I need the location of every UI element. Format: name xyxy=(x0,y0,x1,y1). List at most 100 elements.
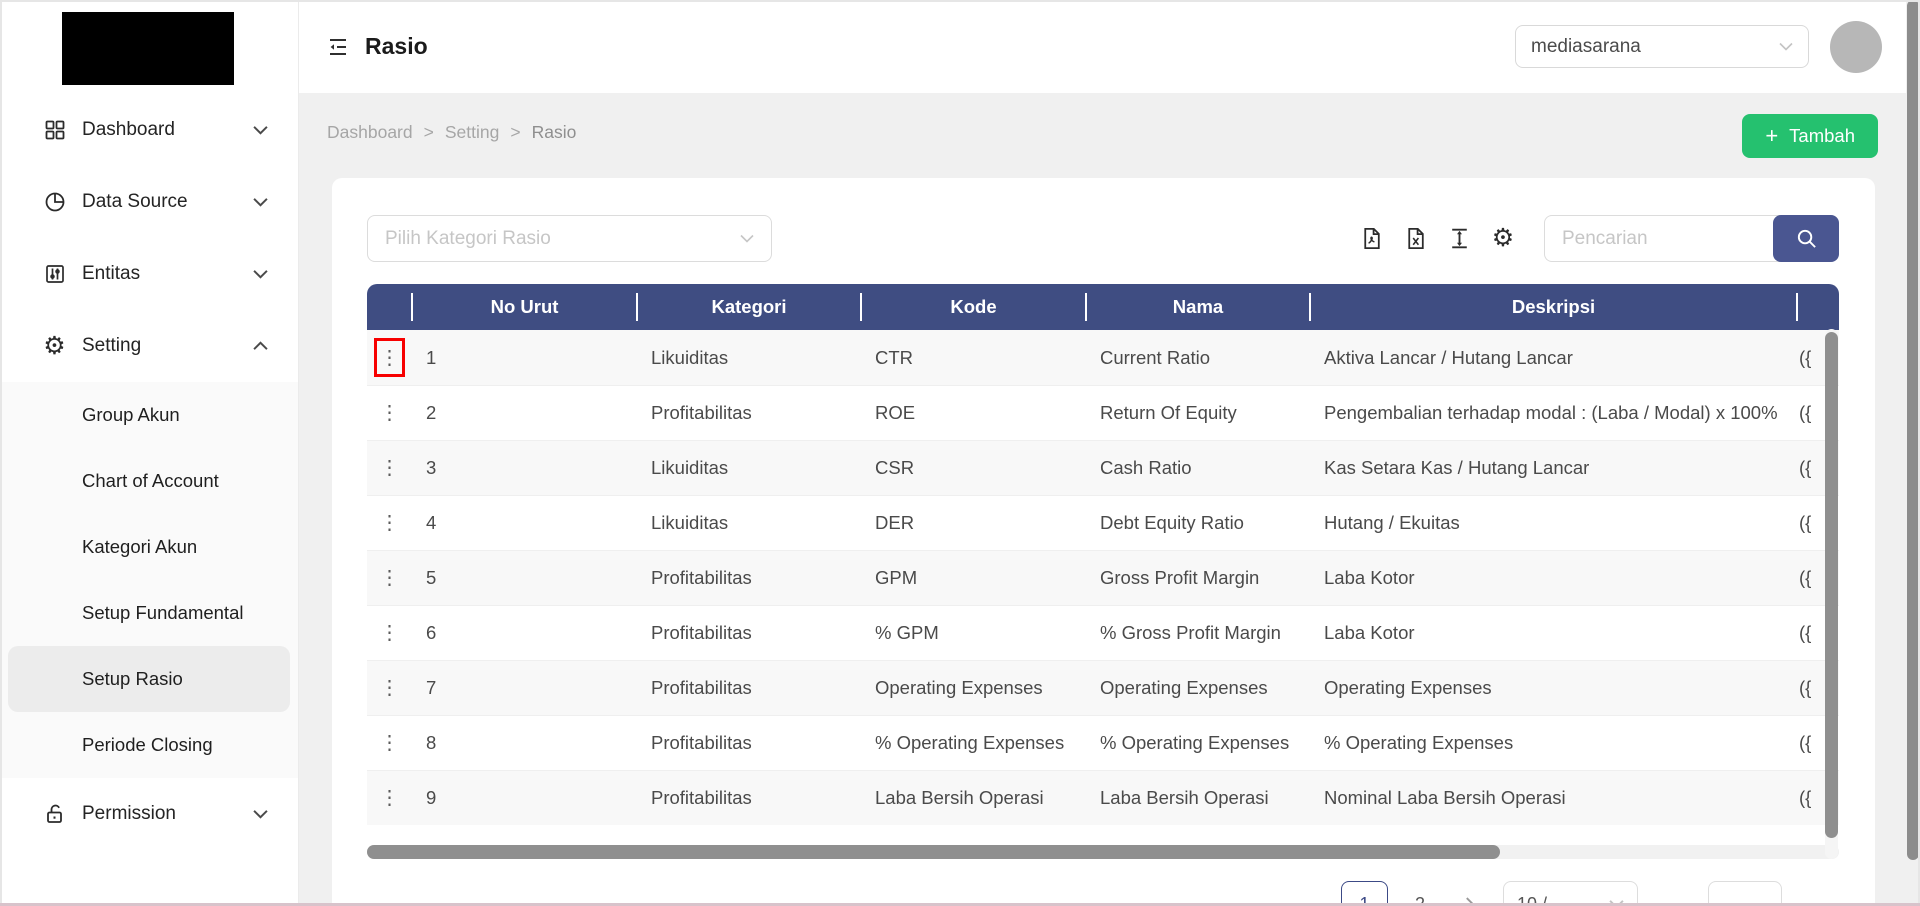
cell-deskripsi: Aktiva Lancar / Hutang Lancar xyxy=(1310,330,1797,385)
column-header-kategori: Kategori xyxy=(636,284,861,330)
sidebar-item-entitas[interactable]: Entitas xyxy=(0,238,298,310)
sidebar-subitem-label: Setup Fundamental xyxy=(82,602,244,623)
kebab-menu-icon[interactable]: ⋮ xyxy=(380,678,400,698)
sidebar-subitem-chart-of-account[interactable]: Chart of Account xyxy=(0,448,298,514)
file-excel-icon[interactable] xyxy=(1402,226,1428,252)
row-menu-cell: ⋮ xyxy=(367,715,412,770)
cell-nama: Current Ratio xyxy=(1086,330,1310,385)
file-pdf-icon[interactable] xyxy=(1358,226,1384,252)
sidebar-item-setting[interactable]: ⚙ Setting xyxy=(0,310,298,382)
column-header-kode: Kode xyxy=(860,284,1086,330)
sidebar-item-dashboard[interactable]: Dashboard xyxy=(0,94,298,166)
add-button[interactable]: + Tambah xyxy=(1742,114,1878,158)
kebab-menu-icon[interactable]: ⋮ xyxy=(380,733,400,753)
cell-nama: Cash Ratio xyxy=(1086,440,1310,495)
table-row: ⋮ 3 Likuiditas CSR Cash Ratio Kas Setara Kas … xyxy=(367,440,1839,495)
column-height-icon[interactable] xyxy=(1446,226,1472,252)
sidebar-subitem-kategori-akun[interactable]: Kategori Akun xyxy=(0,514,298,580)
cell-kategori: Likuiditas xyxy=(637,495,861,550)
unlock-icon xyxy=(42,802,67,827)
kebab-menu-icon[interactable]: ⋮ xyxy=(380,568,400,588)
cell-kode: % Operating Expenses xyxy=(861,715,1086,770)
sidebar-subitem-group-akun[interactable]: Group Akun xyxy=(0,382,298,448)
cell-kode: CSR xyxy=(861,440,1086,495)
table-toolbar: ⚙ xyxy=(1358,226,1516,252)
kebab-menu-icon[interactable]: ⋮ xyxy=(380,513,400,533)
breadcrumb-separator: > xyxy=(423,122,434,142)
table-row: ⋮ 6 Profitabilitas% GPM% Gross Profit Marg… xyxy=(367,605,1839,660)
avatar[interactable] xyxy=(1830,20,1882,73)
cell-nama: % Operating Expenses xyxy=(1086,715,1310,770)
gear-icon[interactable]: ⚙ xyxy=(1490,226,1516,252)
column-header-blank xyxy=(1796,284,1839,330)
cell-kode: GPM xyxy=(861,550,1086,605)
app-window: Dashboard Data Source Entitas ⚙ Setting Group… xyxy=(0,0,1920,906)
row-menu-cell: ⋮ xyxy=(367,440,412,495)
table-row: ⋮ 9 Profitabilitas Laba Bersih Operasi Laba … xyxy=(367,770,1839,825)
menu-fold-icon[interactable] xyxy=(326,35,350,59)
app-logo xyxy=(62,12,234,85)
horizontal-scrollbar-track[interactable] xyxy=(367,845,1839,859)
cell-kode: ROE xyxy=(861,385,1086,440)
cell-kode: CTR xyxy=(861,330,1086,385)
row-menu-cell: ⋮ xyxy=(367,330,412,385)
cell-kode: Operating Expenses xyxy=(861,660,1086,715)
cell-kategori: Profitabilitas xyxy=(637,605,861,660)
search-input[interactable] xyxy=(1544,215,1781,262)
cell-kode: % GPM xyxy=(861,605,1086,660)
sidebar-nav: Dashboard Data Source Entitas ⚙ Setting Group… xyxy=(0,94,298,850)
table-row: ⋮ 5 Profitabilitas GPM Gross Profit Margin La… xyxy=(367,550,1839,605)
column-header-blank xyxy=(367,284,412,330)
cell-deskripsi: % Operating Expenses xyxy=(1310,715,1797,770)
plus-icon: + xyxy=(1765,123,1779,148)
sidebar-subitem-label: Group Akun xyxy=(82,404,180,425)
chevron-down-icon xyxy=(1779,42,1793,51)
sidebar-item-permission[interactable]: Permission xyxy=(0,778,298,850)
kebab-menu-icon[interactable]: ⋮ xyxy=(380,623,400,643)
window-scrollbar-track[interactable] xyxy=(1906,0,1920,906)
vertical-scrollbar-thumb[interactable] xyxy=(1825,332,1838,838)
cell-no-urut: 2 xyxy=(412,385,637,440)
category-select[interactable]: Pilih Kategori Rasio xyxy=(367,215,772,262)
chevron-down-icon xyxy=(253,269,268,279)
pie-chart-icon xyxy=(42,190,67,215)
window-scrollbar-thumb[interactable] xyxy=(1907,0,1919,860)
search-icon xyxy=(1795,227,1818,250)
cell-nama: Laba Bersih Operasi xyxy=(1086,770,1310,825)
row-menu-cell: ⋮ xyxy=(367,495,412,550)
sidebar-item-data-source[interactable]: Data Source xyxy=(0,166,298,238)
cell-kategori: Profitabilitas xyxy=(637,715,861,770)
search-bar xyxy=(1544,215,1839,262)
kebab-menu-icon[interactable]: ⋮ xyxy=(380,788,400,808)
content-area: Dashboard > Setting > Rasio + Tambah Pilih K… xyxy=(299,93,1920,906)
cell-kategori: Profitabilitas xyxy=(637,770,861,825)
category-select-placeholder: Pilih Kategori Rasio xyxy=(385,227,551,249)
cell-deskripsi: Kas Setara Kas / Hutang Lancar xyxy=(1310,440,1797,495)
breadcrumb-item-setting[interactable]: Setting xyxy=(445,122,499,143)
sidebar: Dashboard Data Source Entitas ⚙ Setting Group… xyxy=(0,0,299,906)
chevron-up-icon xyxy=(253,341,268,351)
dashboard-grid-icon xyxy=(42,118,67,143)
row-menu-cell: ⋮ xyxy=(367,385,412,440)
cell-kategori: Profitabilitas xyxy=(637,385,861,440)
sidebar-subitem-setup-rasio[interactable]: Setup Rasio xyxy=(8,646,290,712)
chevron-down-icon xyxy=(253,125,268,135)
sidebar-subitem-periode-closing[interactable]: Periode Closing xyxy=(0,712,298,778)
cell-kategori: Profitabilitas xyxy=(637,660,861,715)
kebab-menu-icon[interactable]: ⋮ xyxy=(380,403,400,423)
search-button[interactable] xyxy=(1773,215,1839,262)
sidebar-subitem-setup-fundamental[interactable]: Setup Fundamental xyxy=(0,580,298,646)
tenant-select[interactable]: mediasarana xyxy=(1515,25,1809,68)
page-title: Rasio xyxy=(365,33,428,59)
row-menu-cell: ⋮ xyxy=(367,770,412,825)
kebab-menu-icon[interactable]: ⋮ xyxy=(380,458,400,478)
breadcrumb-item-dashboard[interactable]: Dashboard xyxy=(327,122,413,143)
horizontal-scrollbar-thumb[interactable] xyxy=(367,845,1501,859)
cell-no-urut: 9 xyxy=(412,770,637,825)
chevron-down-icon xyxy=(740,234,754,243)
cell-nama: % Gross Profit Margin xyxy=(1086,605,1310,660)
kebab-menu-icon[interactable]: ⋮ xyxy=(380,348,400,368)
cell-deskripsi: Laba Kotor xyxy=(1310,605,1797,660)
annotation-red-box: ⋮ xyxy=(374,338,405,377)
cell-deskripsi: Hutang / Ekuitas xyxy=(1310,495,1797,550)
